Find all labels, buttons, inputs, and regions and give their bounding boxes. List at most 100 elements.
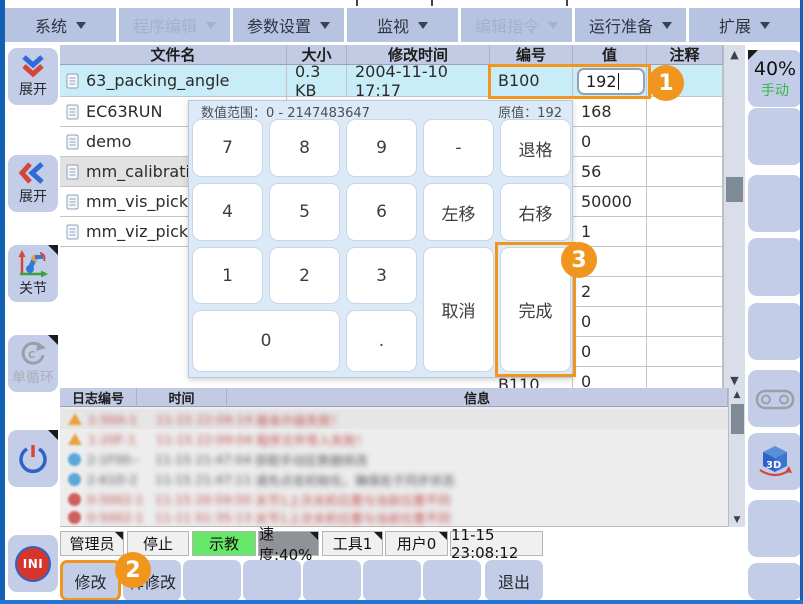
scrollbar-thumb[interactable]: [731, 404, 744, 434]
expand-left-label: 展开: [19, 186, 47, 206]
status-user[interactable]: 用户0: [385, 531, 448, 556]
corner-mark: [48, 245, 58, 255]
key-0[interactable]: 0: [192, 310, 340, 372]
key-9[interactable]: 9: [346, 119, 417, 177]
scroll-down-icon[interactable]: ▼: [724, 374, 745, 387]
blank-button[interactable]: [748, 500, 802, 557]
blank-button[interactable]: [243, 560, 301, 601]
log-time: 11-15 22:09:04: [156, 432, 256, 447]
blank-button[interactable]: [748, 238, 802, 296]
log-row[interactable]: 0-5002-1 11-15 20:59:50 关节1上次关机位置与当前位置不同: [60, 489, 728, 509]
scroll-down-icon[interactable]: ▼: [729, 515, 745, 525]
key-dot[interactable]: .: [346, 310, 417, 372]
variable-number-cell[interactable]: B100: [490, 65, 573, 97]
value-cell[interactable]: 0: [573, 307, 647, 337]
menu-monitor[interactable]: 监视: [347, 8, 458, 42]
key-label: 6: [376, 202, 387, 222]
done-button[interactable]: 完成: [500, 247, 571, 372]
blank-button[interactable]: [748, 303, 802, 360]
menu-run-prepare[interactable]: 运行准备: [575, 8, 686, 42]
status-tool[interactable]: 工具1: [322, 531, 383, 556]
key-3[interactable]: 3: [346, 247, 417, 304]
badge-number: 1: [658, 71, 673, 96]
menu-system[interactable]: 系统: [5, 8, 116, 42]
key-1[interactable]: 1: [192, 247, 263, 304]
power-button[interactable]: [8, 430, 58, 487]
view-3d-button[interactable]: 3D: [748, 433, 802, 490]
log-header-info-label: 信息: [464, 388, 490, 407]
log-code: 2-61D-2: [87, 472, 155, 487]
scrollbar-thumb[interactable]: [726, 177, 743, 202]
log-header-time-label: 时间: [168, 388, 194, 407]
file-icon: [66, 73, 79, 89]
blank-button[interactable]: [183, 560, 241, 601]
error-icon: [68, 511, 81, 524]
value-text: 0: [581, 132, 591, 151]
value-cell[interactable]: 2: [573, 277, 647, 307]
value-cell[interactable]: 0: [573, 367, 647, 390]
modify-button[interactable]: 修改: [60, 560, 121, 601]
status-speed[interactable]: 速度:40%: [258, 531, 319, 556]
frame-left: [0, 0, 5, 604]
corner-mark: [48, 335, 58, 345]
key-label: 退格: [519, 136, 553, 161]
blank-button[interactable]: [423, 560, 481, 601]
status-tool-label: 工具1: [333, 533, 373, 554]
key-7[interactable]: 7: [192, 119, 263, 177]
value-text: 56: [581, 162, 601, 181]
warning-icon: [68, 433, 82, 445]
value-cell[interactable]: 0: [573, 127, 647, 157]
scroll-up-icon[interactable]: ▲: [724, 48, 745, 61]
value-cell[interactable]: 50000: [573, 187, 647, 217]
info-icon: [68, 473, 81, 486]
joint-mode-button[interactable]: 关节: [8, 245, 58, 302]
file-size-value: 0.3 KB: [295, 62, 346, 100]
exit-button[interactable]: 退出: [485, 560, 543, 601]
key-minus[interactable]: -: [423, 119, 494, 177]
expand-left-button[interactable]: 展开: [8, 155, 58, 212]
key-8[interactable]: 8: [269, 119, 340, 177]
speed-mode-button[interactable]: 40% 手动: [748, 50, 802, 107]
key-6[interactable]: 6: [346, 183, 417, 241]
status-role[interactable]: 管理员: [60, 531, 124, 556]
warning-icon: [68, 413, 82, 425]
log-row[interactable]: 0-5002-1 11-11 01:35:13 关节1上次关机位置与当前位置不同: [60, 507, 728, 527]
log-scrollbar[interactable]: ▲ ▼: [728, 388, 745, 527]
log-row[interactable]: 1-20F-1 11-15 22:09:04 程序文件导入失败！: [60, 429, 728, 449]
blank-button[interactable]: [748, 108, 802, 165]
table-scrollbar[interactable]: ▲ ▼: [723, 45, 745, 390]
menu-extend[interactable]: 扩展: [689, 8, 800, 42]
value-cell[interactable]: 56: [573, 157, 647, 187]
value-text: 168: [581, 102, 612, 121]
top-strip: [228, 0, 580, 8]
key-5[interactable]: 5: [269, 183, 340, 241]
log-row[interactable]: 2-61D-2 11-15 21:47:11 请先点击初始化，确保处于同步状态: [60, 469, 728, 489]
blank-button[interactable]: [748, 175, 802, 232]
key-4[interactable]: 4: [192, 183, 263, 241]
value-input[interactable]: 192: [577, 68, 645, 95]
log-row[interactable]: 1-50A-1 11-15 22:09:19 版本升级失败！: [60, 409, 728, 429]
key-move-right[interactable]: 右移: [500, 183, 571, 241]
controller-button[interactable]: [748, 370, 802, 427]
scroll-up-icon[interactable]: ▲: [729, 390, 745, 400]
svg-text:3D: 3D: [766, 460, 781, 471]
error-icon: [68, 493, 81, 506]
ini-button[interactable]: INI: [8, 535, 58, 592]
menu-parameter-settings[interactable]: 参数设置: [233, 8, 344, 42]
blank-button[interactable]: [363, 560, 421, 601]
blank-button[interactable]: [303, 560, 361, 601]
key-2[interactable]: 2: [269, 247, 340, 304]
value-text: 0: [581, 312, 591, 331]
file-row-selected[interactable]: 63_packing_angle: [60, 65, 287, 97]
cancel-button[interactable]: 取消: [423, 247, 494, 372]
key-move-left[interactable]: 左移: [423, 183, 494, 241]
expand-down-button[interactable]: 展开: [8, 48, 58, 105]
corner-mark: [48, 430, 58, 440]
variable-table: 文件名 大小 修改时间 编号 值 注释 63_packing_angle 0.3…: [60, 45, 745, 390]
key-backspace[interactable]: 退格: [500, 119, 571, 177]
double-chevron-down-icon: [18, 54, 48, 78]
value-cell[interactable]: 0: [573, 337, 647, 367]
value-cell[interactable]: 168: [573, 97, 647, 127]
cube-3d-icon: 3D: [755, 443, 795, 481]
log-row[interactable]: 2-1F00-- 11-15 21:47:04 获取手动区数据修改: [60, 449, 728, 469]
